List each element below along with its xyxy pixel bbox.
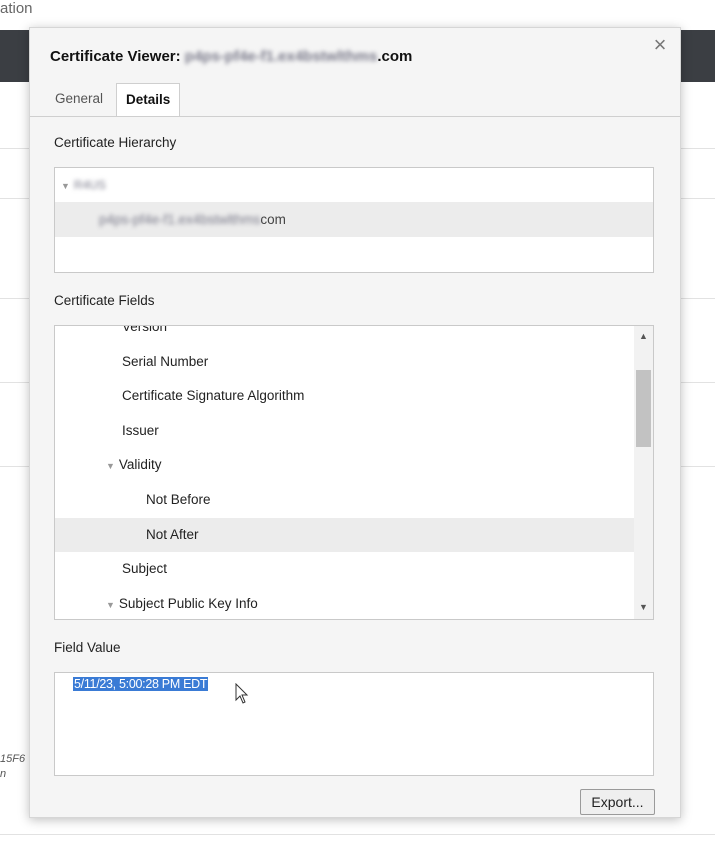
close-button[interactable]: × [650,32,670,57]
background-divider [0,834,715,835]
hierarchy-leaf-label: p4ps-pf4e-f1.ex4bstwlthmscom [99,212,286,227]
certificate-viewer-dialog: Certificate Viewer: p4ps-pf4e-f1.ex4bstw… [29,27,681,818]
certificate-field-item[interactable]: Not Before [55,483,653,517]
hierarchy-root-item[interactable]: ▼ R4US [61,178,106,192]
certificate-field-item[interactable]: Issuer [55,414,653,448]
certificate-field-item[interactable]: ▼ Validity [55,448,653,482]
redacted-hostname: p4ps-pf4e-f1.ex4bstwlthms [184,48,378,65]
scroll-down-arrow-icon[interactable]: ▼ [639,602,648,612]
certificate-field-item[interactable]: Serial Number [55,345,653,379]
certificate-field-label: Not Before [146,492,211,507]
certificate-fields-tree: Version Serial Number Certificate Signatur… [54,325,654,620]
export-button[interactable]: Export... [580,789,655,815]
dialog-title-prefix: Certificate Viewer: [50,48,185,65]
hierarchy-leaf-item[interactable]: p4ps-pf4e-f1.ex4bstwlthmscom [55,202,653,237]
certificate-field-label: Validity [118,457,162,473]
expand-triangle-icon[interactable]: ▼ [106,600,115,610]
tab-divider [30,116,680,117]
scroll-up-arrow-icon[interactable]: ▲ [639,331,648,341]
certificate-field-label: Version [122,325,168,334]
background-side-text: n [0,768,7,780]
certificate-field-label: Subject [122,561,168,577]
certificate-field-item[interactable]: Subject [55,552,653,586]
background-side-text: 15F6 [0,753,26,765]
certificate-field-item[interactable]: Not After [55,517,653,552]
certificate-field-item[interactable]: Version [55,325,653,344]
redacted-leaf-name: p4ps-pf4e-f1.ex4bstwlthms [99,212,261,227]
redacted-root-name: R4US [73,178,106,192]
dialog-title-suffix: .com [377,48,413,65]
expand-triangle-icon: ▼ [61,181,70,191]
fields-scrollbar[interactable]: ▲ ▼ [634,326,653,619]
field-value-text: 5/11/23, 5:00:28 PM EDT [73,677,209,691]
field-value-label: Field Value [54,640,121,655]
certificate-field-label: Issuer [122,422,159,438]
certificate-hierarchy-label: Certificate Hierarchy [54,135,177,150]
certificate-field-label: Not After [146,526,199,542]
dialog-title: Certificate Viewer: p4ps-pf4e-f1.ex4bstw… [50,48,412,65]
field-value-textbox[interactable]: 5/11/23, 5:00:28 PM EDT [54,672,654,776]
background-page-title: ation [0,0,33,17]
close-icon: × [653,32,667,57]
mouse-pointer-icon [235,683,249,704]
scrollbar-thumb[interactable] [636,370,651,447]
tab-details[interactable]: Details [116,83,181,117]
certificate-field-label: Subject Public Key Info [118,595,258,611]
certificate-fields-label: Certificate Fields [54,293,155,308]
certificate-field-item[interactable]: ▼ Subject Public Key Info [55,587,653,619]
certificate-field-item[interactable]: Certificate Signature Algorithm [55,379,653,413]
expand-triangle-icon[interactable]: ▼ [106,461,115,471]
certificate-field-label: Serial Number [122,353,209,369]
leaf-suffix: com [260,212,286,227]
certificate-hierarchy-tree: ▼ R4US p4ps-pf4e-f1.ex4bstwlthmscom [54,167,654,273]
tab-general[interactable]: General [46,83,112,115]
certificate-field-label: Certificate Signature Algorithm [122,388,305,404]
